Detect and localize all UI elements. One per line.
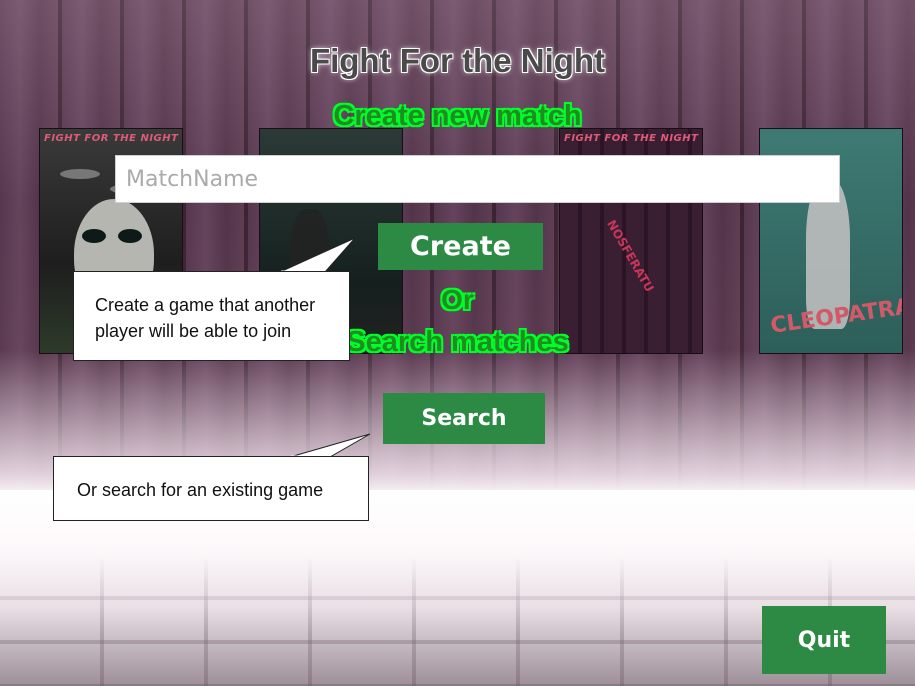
callout-create-hint: Create a game that another player will b… <box>73 271 350 361</box>
poster-text: NOSFERATU <box>604 217 657 295</box>
create-button[interactable]: Create <box>378 223 543 270</box>
alien-eye-shape <box>118 229 142 243</box>
ufo-shape <box>60 169 100 179</box>
create-match-heading: Create new match <box>333 100 582 132</box>
game-title: Fight For the Night <box>309 42 606 79</box>
callout-create-tail <box>279 237 356 274</box>
poster-title: FIGHT FOR THE NIGHT <box>44 133 179 144</box>
poster-title: FIGHT FOR THE NIGHT <box>564 133 699 144</box>
match-name-input[interactable] <box>115 155 840 203</box>
callout-search-hint: Or search for an existing game <box>53 456 369 521</box>
alien-eye-shape <box>82 229 106 243</box>
search-button[interactable]: Search <box>383 393 545 444</box>
quit-button[interactable]: Quit <box>762 606 886 674</box>
